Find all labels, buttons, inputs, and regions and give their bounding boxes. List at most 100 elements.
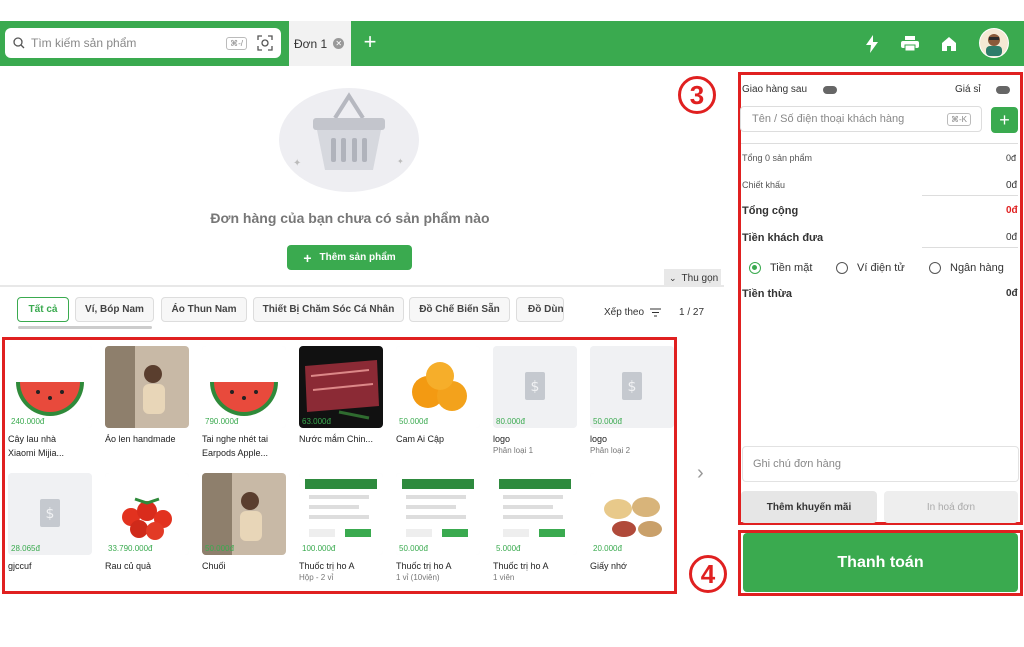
product-variant: Earpods Apple... (202, 448, 269, 458)
sort-button[interactable]: Xếp theo (604, 307, 662, 318)
search-input[interactable]: Tìm kiếm sản phẩm (31, 36, 226, 50)
discount-label: Chiết khấu (742, 180, 786, 190)
product-variant: Phân loại 1 (493, 446, 534, 455)
category-chip[interactable]: Ví, Bóp Nam (75, 297, 154, 322)
product-name: Giấy nhớ (590, 561, 627, 571)
product-card[interactable]: $50.000đ logo Phân loại 2 (590, 346, 676, 455)
empty-cart-message: Đơn hàng của bạn chưa có sản phẩm nào (210, 210, 490, 226)
marker-3: 3 (678, 76, 716, 114)
radio-bank[interactable] (929, 262, 941, 274)
radio-cash[interactable] (749, 262, 761, 274)
product-name: logo (493, 434, 511, 444)
add-promotion-button[interactable]: Thêm khuyến mãi (741, 491, 877, 523)
chevron-down-icon: ⌄ (669, 272, 677, 283)
product-card[interactable]: 240.000đ Cây lau nhà Xiaomi Mijia... (8, 346, 94, 460)
chevron-right-icon[interactable]: › (697, 462, 704, 485)
product-card[interactable]: $28.065đ gjccuf (8, 473, 94, 573)
change-value: 0đ (1006, 288, 1018, 299)
empty-basket-illustration: ✦ ✦ (279, 88, 419, 192)
product-card[interactable]: 790.000đ Tai nghe nhét tai Earpods Apple..… (202, 346, 288, 460)
print-invoice-button[interactable]: In hoá đơn (884, 491, 1018, 523)
order-note-input[interactable]: Ghi chú đơn hàng (742, 446, 1019, 482)
product-card[interactable]: 50.000đ Cam Ai Cập (396, 346, 482, 446)
product-name: Cây lau nhà (8, 434, 57, 444)
product-name: Thuốc trị ho A (493, 561, 549, 571)
add-product-button[interactable]: + Thêm sản phẩm (287, 245, 412, 270)
product-price: 50.000đ (205, 544, 234, 553)
category-scrollbar[interactable] (18, 326, 152, 329)
search-box[interactable]: Tìm kiếm sản phẩm ⌘-/ (5, 28, 281, 58)
product-card[interactable]: 33.790.000đ Rau củ quả (105, 473, 191, 573)
tab-order-1[interactable]: Đơn 1 ✕ (289, 21, 351, 66)
home-icon[interactable] (938, 33, 960, 55)
product-image: 790.000đ (202, 346, 286, 428)
product-price: 240.000đ (11, 417, 45, 426)
category-chip[interactable]: Áo Thun Nam (161, 297, 247, 322)
product-image: $28.065đ (8, 473, 92, 555)
change-label: Tiền thừa (742, 288, 792, 300)
product-card[interactable]: 5.000đ Thuốc trị ho A 1 viên (493, 473, 579, 582)
product-image: 33.790.000đ (105, 473, 189, 555)
category-chip[interactable]: Đồ Dùng (516, 297, 564, 322)
product-price: 20.000đ (593, 544, 622, 553)
filter-icon (650, 308, 662, 317)
product-image: 5.000đ (493, 473, 577, 555)
product-name: Rau củ quả (105, 561, 152, 571)
total-items-value: 0đ (1006, 153, 1017, 163)
product-card[interactable]: 63.000đ Nước mắm Chin... (299, 346, 385, 446)
customer-input[interactable]: Tên / Số điện thoại khách hàng ⌘-K (740, 106, 982, 132)
product-image: 50.000đ (202, 473, 286, 555)
product-price: 63.000đ (302, 417, 331, 426)
marker-4: 4 (689, 555, 727, 593)
category-chip[interactable]: Thiết Bị Chăm Sóc Cá Nhân (253, 297, 404, 322)
avatar[interactable] (979, 28, 1009, 58)
product-variant: Phân loại 2 (590, 446, 631, 455)
bank-label: Ngân hàng (950, 262, 1004, 274)
product-card[interactable]: 100.000đ Thuốc trị ho A Hộp - 2 vỉ (299, 473, 385, 582)
sort-label: Xếp theo (604, 307, 645, 318)
discount-value[interactable]: 0đ (1006, 180, 1017, 191)
product-variant: Hộp - 2 vỉ (299, 573, 334, 582)
add-customer-button[interactable]: + (991, 107, 1018, 133)
radio-e-wallet[interactable] (836, 262, 848, 274)
pay-button[interactable]: Thanh toán (743, 533, 1018, 592)
product-image: 50.000đ (396, 473, 480, 555)
product-price: 100.000đ (302, 544, 336, 553)
customer-paid-value[interactable]: 0đ (1006, 232, 1017, 243)
svg-text:✦: ✦ (397, 157, 404, 166)
search-shortcut: ⌘-/ (226, 36, 247, 50)
product-price: 50.000đ (399, 544, 428, 553)
customer-shortcut: ⌘-K (947, 112, 971, 126)
product-price: 50.000đ (593, 417, 622, 426)
product-price: 28.065đ (11, 544, 40, 553)
add-tab-button[interactable]: + (360, 31, 380, 55)
product-variant: Xiaomi Mijia... (8, 448, 65, 458)
wholesale-toggle[interactable] (996, 86, 1010, 94)
product-name: logo (590, 434, 608, 444)
close-tab-icon[interactable]: ✕ (333, 38, 345, 49)
deliver-later-label: Giao hàng sau (742, 84, 808, 95)
category-chip[interactable]: Đồ Chế Biến Sẵn (409, 297, 510, 322)
product-image: 240.000đ (8, 346, 92, 428)
divider (922, 247, 1018, 248)
grand-total-value: 0đ (1006, 205, 1018, 216)
product-name: Áo len handmade (105, 434, 176, 444)
product-price: 5.000đ (496, 544, 521, 553)
category-chip[interactable]: Tất cả (17, 297, 69, 322)
deliver-later-toggle[interactable] (823, 86, 837, 94)
barcode-scan-icon[interactable] (257, 35, 273, 51)
product-name: gjccuf (8, 561, 32, 571)
printer-icon[interactable] (899, 33, 921, 55)
product-image: 100.000đ (299, 473, 383, 555)
product-card[interactable]: Áo len handmade (105, 346, 191, 446)
product-card[interactable]: 50.000đ Chuối (202, 473, 288, 573)
top-bar: Tìm kiếm sản phẩm ⌘-/ Đơn 1 ✕ + (0, 21, 1024, 66)
grand-total-label: Tổng cộng (742, 205, 799, 217)
divider (0, 285, 724, 287)
lightning-icon[interactable] (861, 33, 883, 55)
product-card[interactable]: 20.000đ Giấy nhớ (590, 473, 676, 573)
product-card[interactable]: 50.000đ Thuốc trị ho A 1 vỉ (10viên) (396, 473, 482, 582)
search-icon (13, 37, 25, 49)
product-image: 50.000đ (396, 346, 480, 428)
product-card[interactable]: $80.000đ logo Phân loại 1 (493, 346, 579, 455)
